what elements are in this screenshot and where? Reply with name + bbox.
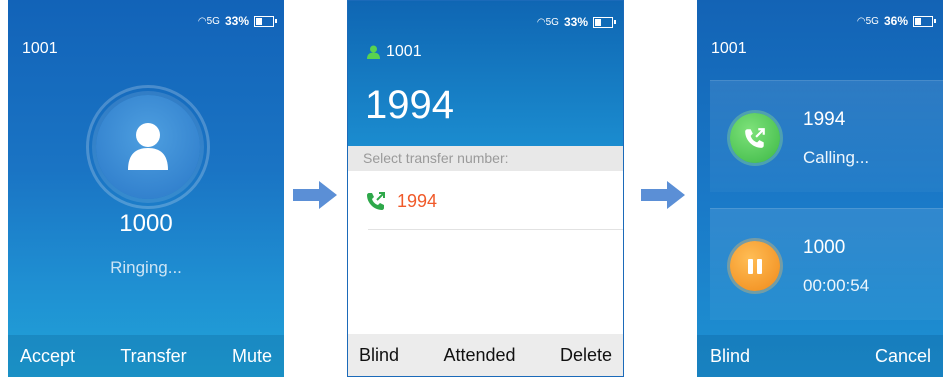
softkey-bar: Blind Attended Delete: [348, 334, 623, 376]
signal-label: 5G: [865, 15, 879, 27]
transfer-softkey[interactable]: Transfer: [120, 346, 186, 367]
battery-icon: [254, 15, 277, 27]
status-bar: ◠5G 36%: [856, 14, 936, 28]
wifi-5g-icon: ◠5G: [197, 15, 220, 27]
blind-softkey[interactable]: Blind: [710, 346, 750, 367]
account-label: 1001: [711, 40, 747, 57]
arrow-right-icon: [641, 181, 685, 209]
caller-number: 1000: [119, 210, 173, 237]
blind-softkey[interactable]: Blind: [359, 345, 399, 366]
account-label-row: 1001: [367, 43, 422, 61]
hold-icon: [730, 241, 780, 291]
incoming-call-screen: ◠5G 33% 1001 1000 Ringing... Accept Tran…: [8, 0, 284, 377]
outgoing-call-icon: [730, 113, 780, 163]
call-number: 1994: [803, 109, 846, 130]
softkey-bar: Accept Transfer Mute: [8, 335, 284, 377]
attended-softkey[interactable]: Attended: [443, 345, 515, 366]
mute-softkey[interactable]: Mute: [232, 346, 272, 367]
softkey-bar: Blind Cancel: [697, 335, 943, 377]
call-status: Ringing...: [110, 258, 182, 277]
accept-softkey[interactable]: Accept: [20, 346, 75, 367]
account-label: 1001: [22, 40, 58, 57]
status-bar: ◠5G 33%: [197, 14, 277, 28]
select-transfer-prompt: Select transfer number:: [348, 146, 623, 171]
wifi-5g-icon: ◠5G: [536, 16, 559, 28]
battery-percent: 33%: [563, 15, 588, 29]
attended-transfer-screen: ◠5G 36% 1001 1994 Calling... 1000 00:00:…: [697, 0, 943, 377]
transfer-number-label: 1994: [397, 190, 438, 211]
wifi-5g-icon: ◠5G: [856, 15, 879, 27]
call-card-held[interactable]: 1000 00:00:54: [710, 208, 943, 320]
call-number: 1000: [803, 237, 846, 258]
call-status: Calling...: [803, 148, 870, 167]
battery-fill: [256, 17, 262, 25]
signal-label: 5G: [545, 16, 559, 28]
battery-fill: [915, 17, 922, 25]
battery-percent: 33%: [224, 14, 249, 28]
account-label: 1001: [386, 43, 422, 60]
battery-percent: 36%: [883, 14, 908, 28]
call-card-outgoing[interactable]: 1994 Calling...: [710, 80, 943, 192]
battery-fill: [595, 18, 601, 26]
transfer-select-screen: ◠5G 33% 1001 1994 Select transfer number…: [347, 0, 624, 377]
status-bar: ◠5G 33%: [536, 15, 616, 29]
battery-icon: [913, 15, 936, 27]
arrow-right-icon: [293, 181, 337, 209]
person-icon: [128, 123, 168, 170]
caller-avatar: [96, 95, 200, 199]
call-duration: 00:00:54: [803, 276, 870, 295]
signal-label: 5G: [206, 15, 220, 27]
outgoing-call-icon: [367, 192, 385, 210]
cancel-softkey[interactable]: Cancel: [875, 346, 931, 367]
divider: [368, 229, 623, 230]
transfer-list-item[interactable]: 1994: [348, 173, 623, 229]
battery-icon: [593, 16, 616, 28]
delete-softkey[interactable]: Delete: [560, 345, 612, 366]
dialed-number: 1994: [365, 83, 454, 127]
person-icon: [367, 45, 380, 59]
